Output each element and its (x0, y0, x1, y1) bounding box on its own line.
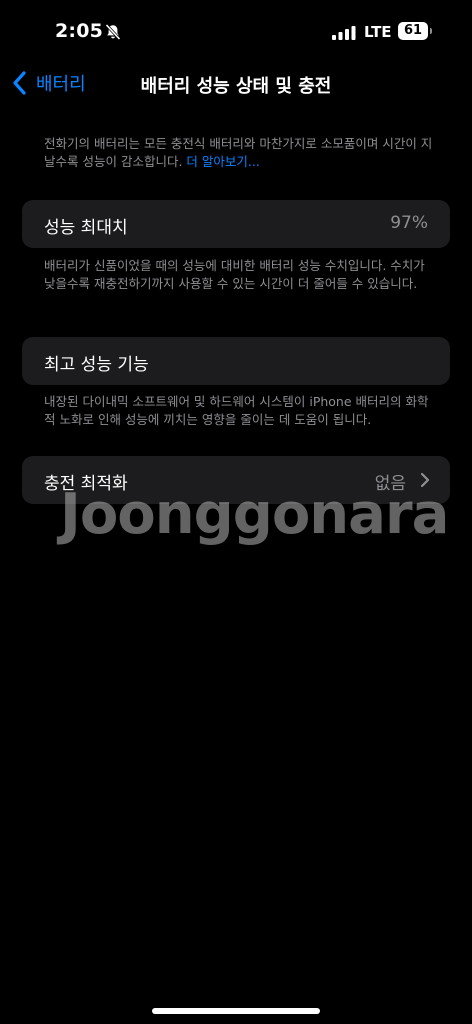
peak-performance-row: 최고 성능 기능 (22, 337, 450, 385)
max-capacity-row: 성능 최대치 97% (22, 200, 450, 248)
max-capacity-value: 97% (390, 213, 428, 233)
max-capacity-label: 성능 최대치 (44, 218, 128, 238)
learn-more-link[interactable]: 더 알아보기... (186, 154, 259, 169)
bell-slash-icon (105, 23, 121, 41)
network-type: LTE (364, 23, 392, 41)
status-bar: 2:05 LTE 61 (0, 0, 472, 64)
intro-description: 전화기의 배터리는 모든 충전식 배터리와 마찬가지로 소모품이며 시간이 지날… (44, 135, 439, 171)
peak-performance-description: 내장된 다이내믹 소프트웨어 및 하드웨어 시스템이 iPhone 배터리의 화… (44, 394, 429, 427)
max-capacity-description: 배터리가 신품이었을 때의 성능에 대비한 배터리 성능 수치입니다. 수치가 … (44, 258, 425, 291)
signal-bars-icon (332, 26, 356, 40)
battery-level: 61 (398, 22, 428, 40)
charging-optimization-row[interactable]: 충전 최적화 없음 (22, 456, 450, 504)
battery-icon: 61 (398, 22, 434, 40)
chevron-right-icon (420, 472, 430, 488)
page-title: 배터리 성능 상태 및 충전 (140, 76, 332, 97)
charging-optimization-label: 충전 최적화 (44, 474, 128, 494)
peak-performance-label: 최고 성능 기능 (44, 355, 149, 375)
charging-optimization-value: 없음 (374, 474, 406, 494)
status-time: 2:05 (55, 20, 104, 42)
home-indicator[interactable] (152, 1008, 320, 1014)
battery-tip (430, 28, 432, 34)
